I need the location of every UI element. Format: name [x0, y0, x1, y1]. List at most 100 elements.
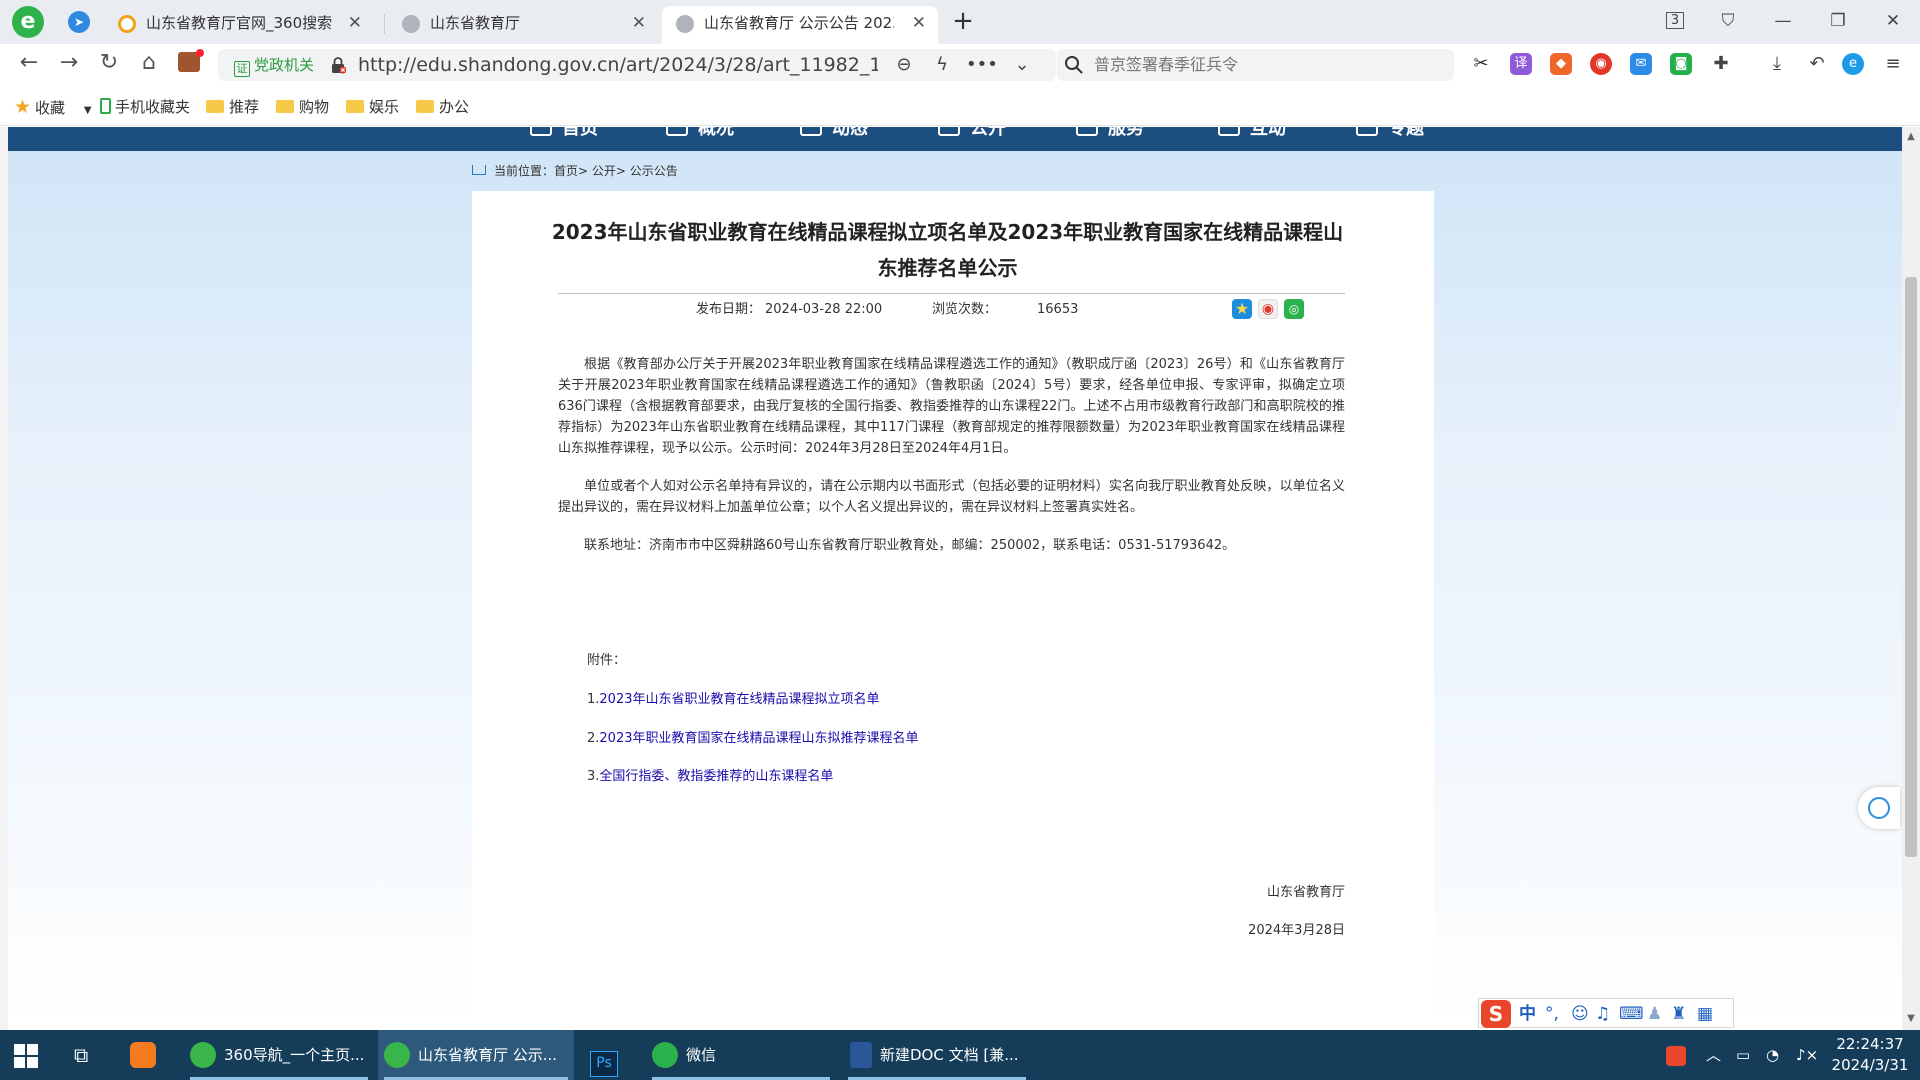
- attachment-label[interactable]: 2023年职业教育国家在线精品课程山东拟推荐课程名单: [599, 731, 918, 746]
- menu-icon[interactable]: ≡: [1882, 53, 1904, 75]
- bookmark-label: 手机收藏夹: [115, 98, 191, 116]
- mail-icon[interactable]: ✉: [1630, 53, 1652, 75]
- minimize-button[interactable]: —: [1768, 6, 1798, 36]
- shirt-skin-icon[interactable]: ⛉: [1713, 6, 1743, 36]
- cert-badge[interactable]: 证党政机关: [228, 54, 320, 77]
- chevron-down-icon[interactable]: ⌄: [1008, 51, 1036, 79]
- bookmark-folder-recommend[interactable]: 推荐: [206, 95, 259, 119]
- site-nav-service[interactable]: 服务: [1076, 127, 1144, 141]
- site-nav-label: 互动: [1250, 127, 1286, 139]
- ime-mode-toggle[interactable]: 中: [1519, 1002, 1536, 1026]
- attachment-label[interactable]: 2023年山东省职业教育在线精品课程拟立项名单: [599, 692, 879, 707]
- scroll-up-icon[interactable]: ▲: [1905, 131, 1917, 142]
- open-icon: [938, 127, 960, 136]
- system-clock[interactable]: 22:24:37 2024/3/31: [1830, 1034, 1910, 1076]
- site-nav-overview[interactable]: 概况: [666, 127, 734, 141]
- pinned-app-icon[interactable]: [128, 1030, 168, 1080]
- date-label: 发布日期：: [696, 302, 762, 317]
- more-icon[interactable]: •••: [966, 51, 998, 79]
- bookmark-favorites[interactable]: ★ 收藏 ▼: [14, 95, 92, 119]
- search-placeholder[interactable]: 普京签署春季征兵令: [1094, 51, 1238, 79]
- undo-icon[interactable]: ↶: [1806, 53, 1828, 75]
- lightning-icon[interactable]: ϟ: [928, 51, 956, 79]
- windows-start-icon[interactable]: [14, 1044, 38, 1068]
- restore-button[interactable]: ❐: [1823, 6, 1853, 36]
- tray-sogou-icon[interactable]: [1666, 1030, 1686, 1080]
- tab-shandong-edu[interactable]: 山东省教育厅 ✕: [388, 6, 658, 44]
- close-window-button[interactable]: ✕: [1878, 6, 1908, 36]
- taskbar-app-360nav[interactable]: 360导航_一个主页...: [184, 1030, 374, 1080]
- site-nav-public[interactable]: 公开: [938, 127, 1006, 141]
- translate-icon[interactable]: 译: [1510, 53, 1532, 75]
- weibo-share-icon[interactable]: ◉: [1258, 299, 1278, 319]
- wechat-icon[interactable]: ◙: [1670, 53, 1692, 75]
- page-left-edge: [0, 127, 8, 1030]
- home-icon[interactable]: [472, 165, 486, 175]
- site-nav-news[interactable]: 动态: [800, 127, 868, 141]
- taskbar-app-photoshop[interactable]: Ps: [580, 1030, 640, 1080]
- scrollbar-thumb[interactable]: [1905, 277, 1917, 857]
- close-icon[interactable]: ✕: [348, 6, 362, 40]
- browser-logo-icon[interactable]: e: [12, 6, 44, 38]
- new-tab-button[interactable]: +: [950, 6, 976, 36]
- wechat-share-icon[interactable]: ◎: [1284, 299, 1304, 319]
- telegram-icon[interactable]: ➤: [68, 11, 90, 33]
- game-icon[interactable]: ◆: [1550, 53, 1572, 75]
- reload-button[interactable]: ↻: [94, 48, 124, 78]
- grid-icon[interactable]: ▦: [1697, 1002, 1713, 1026]
- attachment-label[interactable]: 全国行指委、教指委推荐的山东课程名单: [599, 769, 833, 784]
- chevron-down-icon[interactable]: ▼: [84, 105, 92, 116]
- bookmark-mobile[interactable]: 手机收藏夹: [100, 95, 190, 119]
- attachment-link-3[interactable]: 3.全国行指委、教指委推荐的山东课程名单: [587, 767, 833, 787]
- insecure-lock-icon[interactable]: [330, 56, 346, 74]
- taskbar-app-wechat[interactable]: 微信: [646, 1030, 836, 1080]
- site-nav-home[interactable]: 首页: [530, 127, 598, 141]
- close-icon[interactable]: ✕: [632, 6, 646, 40]
- bookmark-folder-entertainment[interactable]: 娱乐: [346, 95, 399, 119]
- view-count: 浏览次数：: [932, 300, 997, 320]
- tab-360-search[interactable]: 山东省教育厅官网_360搜索 ✕: [104, 6, 374, 44]
- zoom-icon[interactable]: ⊖: [890, 51, 918, 79]
- float-assistant-button[interactable]: [1858, 787, 1900, 829]
- taskbar-app-edu-page[interactable]: 山东省教育厅 公示...: [378, 1030, 574, 1080]
- browser-sync-icon[interactable]: e: [1842, 53, 1864, 75]
- bookmark-folder-shopping[interactable]: 购物: [276, 95, 329, 119]
- keyboard-icon[interactable]: ⌨: [1619, 1002, 1644, 1026]
- bookmark-folder-office[interactable]: 办公: [416, 95, 469, 119]
- tray-chevron-up-icon[interactable]: ︿: [1706, 1030, 1721, 1080]
- emoji-icon[interactable]: ☺: [1571, 1002, 1589, 1026]
- site-nav-label: 动态: [832, 127, 868, 139]
- attachment-link-2[interactable]: 2.2023年职业教育国家在线精品课程山东拟推荐课程名单: [587, 729, 919, 749]
- vertical-scrollbar[interactable]: ▲ ▼: [1902, 127, 1920, 1030]
- site-nav-topics[interactable]: 专题: [1356, 127, 1424, 141]
- back-button[interactable]: ←: [14, 48, 44, 78]
- tab-count-button[interactable]: 3: [1660, 6, 1690, 36]
- network-icon[interactable]: ◔: [1766, 1030, 1779, 1080]
- forward-button[interactable]: →: [54, 48, 84, 78]
- user-icon[interactable]: ♟: [1647, 1002, 1662, 1026]
- weibo-icon[interactable]: ◉: [1590, 53, 1612, 75]
- extensions-icon[interactable]: ✚: [1710, 53, 1732, 75]
- ime-punct-toggle[interactable]: °,: [1545, 1002, 1559, 1026]
- download-icon[interactable]: ⤓: [1766, 53, 1788, 75]
- tab-label: 山东省教育厅官网_360搜索: [146, 14, 333, 32]
- home-button[interactable]: ⌂: [134, 48, 164, 78]
- breadcrumb-text[interactable]: 当前位置：首页> 公开> 公示公告: [494, 164, 678, 178]
- qzone-share-icon[interactable]: ★: [1232, 299, 1252, 319]
- scroll-down-icon[interactable]: ▼: [1905, 1013, 1917, 1024]
- microphone-icon[interactable]: ♫: [1595, 1002, 1610, 1026]
- task-view-icon[interactable]: ⧉: [74, 1030, 114, 1080]
- tab-announcement[interactable]: 山东省教育厅 公示公告 2023年 ✕: [662, 6, 938, 44]
- site-nav-interact[interactable]: 互动: [1218, 127, 1286, 141]
- close-icon[interactable]: ✕: [912, 6, 926, 40]
- attachment-link-1[interactable]: 1.2023年山东省职业教育在线精品课程拟立项名单: [587, 690, 880, 710]
- taskbar-app-word[interactable]: 新建DOC 文档 [兼...: [842, 1030, 1032, 1080]
- url-text[interactable]: http://edu.shandong.gov.cn/art/2024/3/28…: [358, 51, 878, 79]
- volume-muted-icon[interactable]: ♪×: [1796, 1030, 1818, 1080]
- folder-icon: [276, 100, 294, 113]
- battery-icon[interactable]: ▭: [1736, 1030, 1750, 1080]
- sogou-ime-icon[interactable]: S: [1481, 1000, 1511, 1028]
- article-paragraph-1: 根据《教育部办公厅关于开展2023年职业教育国家在线精品课程遴选工作的通知》（教…: [558, 357, 1345, 456]
- scissors-icon[interactable]: ✂: [1470, 53, 1492, 75]
- skin-icon[interactable]: ♜: [1671, 1002, 1686, 1026]
